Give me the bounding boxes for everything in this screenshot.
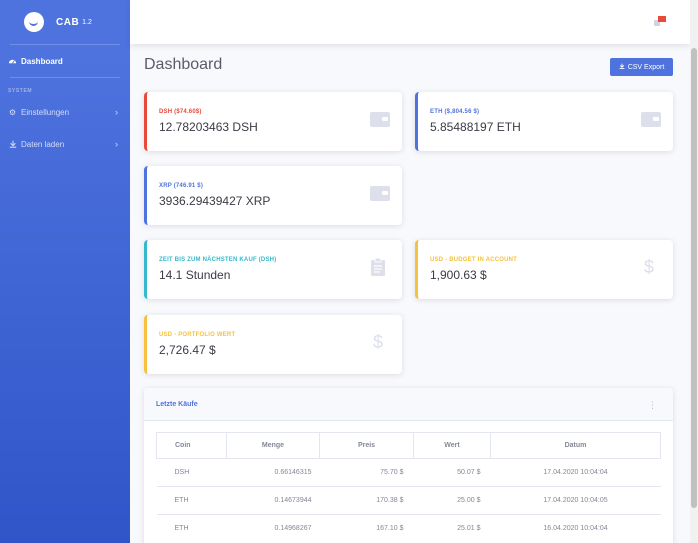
download-icon bbox=[619, 63, 625, 71]
dashboard-icon bbox=[8, 57, 17, 66]
csv-export-label: CSV Export bbox=[627, 63, 665, 71]
column-header[interactable]: Wert bbox=[413, 432, 491, 459]
table-row: ETH 0.14673944 170.38 $ 25.00 $ 17.04.20… bbox=[156, 486, 661, 515]
recent-purchases-card: Letzte Käufe ⋮ Coin Menge Preis Wert Dat… bbox=[144, 388, 673, 543]
sidebar: CAB 1.2 Dashboard SYSTEM ⚙ Einstellungen… bbox=[0, 0, 130, 543]
cell-datum: 16.04.2020 10:04:04 bbox=[490, 514, 661, 543]
dollar-icon: $ bbox=[372, 332, 383, 352]
stat-card-xrp: XRP (746.91 $) 3936.29439427 XRP bbox=[144, 166, 402, 225]
cell-menge: 0.66146315 bbox=[226, 458, 320, 487]
dollar-icon: $ bbox=[643, 257, 654, 277]
cell-wert: 25.00 $ bbox=[413, 486, 491, 515]
topbar bbox=[130, 0, 690, 44]
stat-label: ETH ($,804.56 $) bbox=[430, 109, 480, 115]
cell-wert: 25.01 $ bbox=[413, 514, 491, 543]
card-header: Letzte Käufe bbox=[144, 388, 673, 421]
brand[interactable]: CAB 1.2 bbox=[0, 0, 130, 44]
scrollbar-thumb[interactable] bbox=[691, 48, 697, 508]
stat-label: ZEIT BIS ZUM NÄCHSTEN KAUF (DSH) bbox=[159, 257, 277, 263]
stat-label: USD - PORTFOLIO WERT bbox=[159, 332, 236, 338]
stat-card-dsh: DSH ($74.60$) 12.78203463 DSH bbox=[144, 92, 402, 151]
brand-logo-icon bbox=[24, 12, 44, 32]
cell-coin: ETH bbox=[156, 486, 227, 515]
cell-coin: ETH bbox=[156, 514, 227, 543]
stat-value: 14.1 Stunden bbox=[159, 268, 231, 282]
table-header-row: Coin Menge Preis Wert Datum bbox=[156, 432, 661, 459]
wallet-icon bbox=[641, 112, 661, 127]
stat-value: 5.85488197 ETH bbox=[430, 120, 521, 134]
stat-card-budget: USD - BUDGET IN ACCOUNT 1,900.63 $ $ bbox=[415, 240, 673, 299]
more-options-icon[interactable]: ⋮ bbox=[648, 400, 657, 411]
column-header[interactable]: Menge bbox=[226, 432, 320, 459]
flag-icon[interactable] bbox=[654, 14, 666, 26]
sidebar-item-einstellungen[interactable]: ⚙ Einstellungen › bbox=[0, 96, 130, 128]
chevron-right-icon: › bbox=[115, 107, 118, 117]
purchases-table: Coin Menge Preis Wert Datum DSH 0.661463… bbox=[156, 432, 661, 543]
column-header[interactable]: Preis bbox=[319, 432, 414, 459]
sidebar-item-label: Dashboard bbox=[21, 56, 63, 66]
stat-value: 3936.29439427 XRP bbox=[159, 194, 271, 208]
cell-menge: 0.14673944 bbox=[226, 486, 320, 515]
cell-preis: 167.10 $ bbox=[319, 514, 414, 543]
column-header[interactable]: Coin bbox=[156, 432, 227, 459]
card-title: Letzte Käufe bbox=[156, 400, 198, 408]
gear-icon: ⚙ bbox=[8, 107, 17, 117]
page-title: Dashboard bbox=[144, 56, 223, 73]
stat-label: USD - BUDGET IN ACCOUNT bbox=[430, 257, 518, 263]
clipboard-icon bbox=[368, 257, 388, 276]
table-row: ETH 0.14968267 167.10 $ 25.01 $ 16.04.20… bbox=[156, 514, 661, 543]
sidebar-item-label: Einstellungen bbox=[21, 107, 70, 117]
cell-menge: 0.14968267 bbox=[226, 514, 320, 543]
stat-card-next-buy: ZEIT BIS ZUM NÄCHSTEN KAUF (DSH) 14.1 St… bbox=[144, 240, 402, 299]
stat-value: 2,726.47 $ bbox=[159, 343, 216, 357]
stat-label: DSH ($74.60$) bbox=[159, 109, 202, 115]
wallet-icon bbox=[370, 112, 390, 127]
sidebar-heading: SYSTEM bbox=[8, 88, 33, 94]
stat-card-eth: ETH ($,804.56 $) 5.85488197 ETH bbox=[415, 92, 673, 151]
brand-name: CAB bbox=[56, 16, 80, 28]
cell-coin: DSH bbox=[156, 458, 227, 487]
wallet-icon bbox=[370, 186, 390, 201]
csv-export-button[interactable]: CSV Export bbox=[610, 58, 673, 76]
scrollbar[interactable] bbox=[690, 0, 698, 543]
cell-datum: 17.04.2020 10:04:05 bbox=[490, 486, 661, 515]
chevron-right-icon: › bbox=[115, 139, 118, 149]
stat-value: 12.78203463 DSH bbox=[159, 120, 258, 134]
cell-wert: 50.07 $ bbox=[413, 458, 491, 487]
table-row: DSH 0.66146315 75.70 $ 50.07 $ 17.04.202… bbox=[156, 458, 661, 487]
stat-card-portfolio: USD - PORTFOLIO WERT 2,726.47 $ $ bbox=[144, 315, 402, 374]
sidebar-item-daten-laden[interactable]: Daten laden › bbox=[0, 128, 130, 160]
cell-preis: 170.38 $ bbox=[319, 486, 414, 515]
stat-label: XRP (746.91 $) bbox=[159, 183, 204, 189]
column-header[interactable]: Datum bbox=[490, 432, 661, 459]
brand-version: 1.2 bbox=[82, 18, 92, 26]
sidebar-item-label: Daten laden bbox=[21, 139, 65, 149]
download-icon bbox=[8, 140, 17, 149]
stat-value: 1,900.63 $ bbox=[430, 268, 487, 282]
sidebar-item-dashboard[interactable]: Dashboard bbox=[0, 45, 130, 77]
cell-preis: 75.70 $ bbox=[319, 458, 414, 487]
cell-datum: 17.04.2020 10:04:04 bbox=[490, 458, 661, 487]
